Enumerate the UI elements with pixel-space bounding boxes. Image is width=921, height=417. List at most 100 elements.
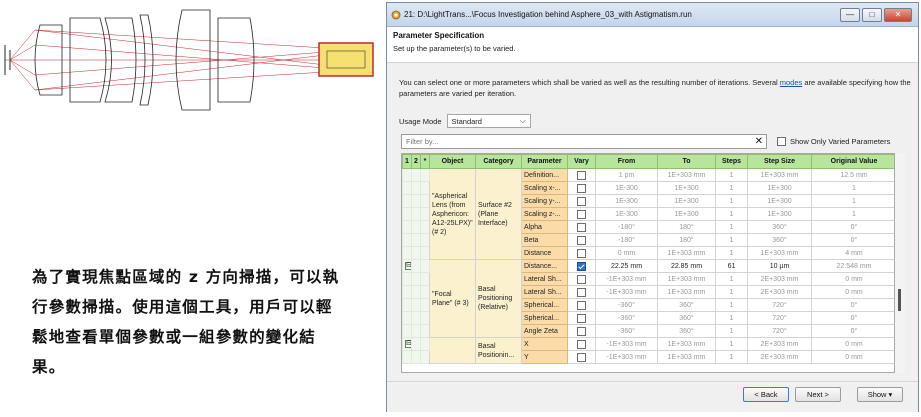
back-button[interactable]: < Back <box>743 387 789 402</box>
vary-cell[interactable] <box>567 168 596 182</box>
show-only-varied-checkbox[interactable] <box>777 137 786 146</box>
steps-cell[interactable]: 1 <box>715 298 748 312</box>
steps-cell[interactable]: 1 <box>715 324 748 338</box>
show-only-varied-toggle[interactable]: Show Only Varied Parameters <box>777 137 890 146</box>
column-header[interactable]: Steps <box>715 154 748 169</box>
from-cell[interactable]: -360° <box>595 311 658 325</box>
steps-cell[interactable]: 1 <box>715 246 748 260</box>
column-header[interactable]: Object <box>429 154 476 169</box>
from-cell[interactable]: -360° <box>595 298 658 312</box>
vertical-scrollbar[interactable] <box>895 153 905 373</box>
from-cell[interactable]: 1E-300 <box>595 207 658 221</box>
steps-cell[interactable]: 1 <box>715 181 748 195</box>
collapse-icon[interactable]: ⊟ <box>405 340 411 348</box>
filter-input[interactable]: Filter by... ✕ <box>401 134 767 149</box>
column-header[interactable]: Original Value <box>811 154 894 169</box>
step-size-cell[interactable]: 2E+303 mm <box>747 272 812 286</box>
show-button[interactable]: Show ▾ <box>857 387 903 402</box>
vary-checkbox[interactable] <box>577 326 586 336</box>
column-header[interactable]: To <box>657 154 716 169</box>
vary-cell[interactable] <box>567 194 596 208</box>
vary-cell[interactable] <box>567 285 596 299</box>
modes-link[interactable]: modes <box>780 78 803 87</box>
steps-cell[interactable]: 1 <box>715 168 748 182</box>
to-cell[interactable]: 1E+303 mm <box>657 337 716 351</box>
from-cell[interactable]: -1E+303 mm <box>595 337 658 351</box>
to-cell[interactable]: 360° <box>657 311 716 325</box>
from-cell[interactable]: 1E-300 <box>595 181 658 195</box>
minimize-button[interactable]: — <box>840 7 860 22</box>
vary-checkbox[interactable] <box>577 287 586 297</box>
steps-cell[interactable]: 1 <box>715 350 748 364</box>
vary-checkbox[interactable] <box>577 222 586 232</box>
vary-cell[interactable] <box>567 246 596 260</box>
from-cell[interactable]: 0 mm <box>595 246 658 260</box>
vary-cell[interactable] <box>567 324 596 338</box>
step-size-cell[interactable]: 1E+300 <box>747 194 812 208</box>
vary-checkbox[interactable] <box>577 196 586 206</box>
step-size-cell[interactable]: 1E+300 <box>747 207 812 221</box>
vary-checkbox[interactable] <box>577 248 586 258</box>
steps-cell[interactable]: 1 <box>715 311 748 325</box>
from-cell[interactable]: 1E-300 <box>595 194 658 208</box>
column-header[interactable]: Step Size <box>747 154 812 169</box>
collapse-icon[interactable]: ⊟ <box>405 262 411 270</box>
step-size-cell[interactable]: 1E+300 <box>747 181 812 195</box>
column-header[interactable]: Parameter <box>521 154 568 169</box>
steps-cell[interactable]: 1 <box>715 220 748 234</box>
to-cell[interactable]: 1E+303 mm <box>657 246 716 260</box>
step-size-cell[interactable]: 720° <box>747 324 812 338</box>
step-size-cell[interactable]: 360° <box>747 233 812 247</box>
from-cell[interactable]: -360° <box>595 324 658 338</box>
steps-cell[interactable]: 1 <box>715 233 748 247</box>
from-cell[interactable]: -1E+303 mm <box>595 272 658 286</box>
to-cell[interactable]: 360° <box>657 324 716 338</box>
vary-cell[interactable] <box>567 233 596 247</box>
to-cell[interactable]: 1E+303 mm <box>657 168 716 182</box>
vary-checkbox[interactable] <box>577 183 586 193</box>
to-cell[interactable]: 1E+303 mm <box>657 272 716 286</box>
vary-cell[interactable] <box>567 259 596 273</box>
column-header[interactable]: 2 <box>411 154 421 169</box>
clear-filter-icon[interactable]: ✕ <box>755 135 763 148</box>
close-button[interactable]: ✕ <box>884 7 912 22</box>
vary-cell[interactable] <box>567 181 596 195</box>
vary-checkbox[interactable] <box>577 300 586 310</box>
table-row[interactable]: ⊟ "Focal Plane" (# 3) Basal Positioning (R… <box>402 259 894 338</box>
vary-cell[interactable] <box>567 350 596 364</box>
steps-cell[interactable]: 1 <box>715 285 748 299</box>
steps-cell[interactable]: 61 <box>715 259 748 273</box>
vary-cell[interactable] <box>567 298 596 312</box>
column-header[interactable]: Category <box>475 154 522 169</box>
from-cell[interactable]: -1E+303 mm <box>595 285 658 299</box>
to-cell[interactable]: 1E+300 <box>657 207 716 221</box>
vary-checkbox[interactable] <box>577 352 586 362</box>
to-cell[interactable]: 1E+300 <box>657 194 716 208</box>
column-header[interactable]: * <box>420 154 430 169</box>
step-size-cell[interactable]: 360° <box>747 220 812 234</box>
step-size-cell[interactable]: 2E+303 mm <box>747 350 812 364</box>
to-cell[interactable]: 180° <box>657 233 716 247</box>
vary-checkbox[interactable] <box>577 274 586 284</box>
vary-checkbox[interactable] <box>577 235 586 245</box>
from-cell[interactable]: -180° <box>595 233 658 247</box>
vary-cell[interactable] <box>567 220 596 234</box>
vary-checkbox[interactable] <box>577 313 586 323</box>
from-cell[interactable]: 22.25 mm <box>595 259 658 273</box>
column-header[interactable]: 1 <box>402 154 412 169</box>
vary-cell[interactable] <box>567 311 596 325</box>
to-cell[interactable]: 360° <box>657 298 716 312</box>
vary-checkbox[interactable] <box>577 261 586 271</box>
to-cell[interactable]: 180° <box>657 220 716 234</box>
step-size-cell[interactable]: 2E+303 mm <box>747 337 812 351</box>
to-cell[interactable]: 1E+300 <box>657 181 716 195</box>
step-size-cell[interactable]: 1E+303 mm <box>747 168 812 182</box>
vary-cell[interactable] <box>567 337 596 351</box>
to-cell[interactable]: 1E+303 mm <box>657 285 716 299</box>
column-header[interactable]: From <box>595 154 658 169</box>
step-size-cell[interactable]: 10 µm <box>747 259 812 273</box>
from-cell[interactable]: 1 pm <box>595 168 658 182</box>
step-size-cell[interactable]: 1E+303 mm <box>747 246 812 260</box>
scrollbar-thumb[interactable] <box>898 289 901 311</box>
vary-checkbox[interactable] <box>577 170 586 180</box>
